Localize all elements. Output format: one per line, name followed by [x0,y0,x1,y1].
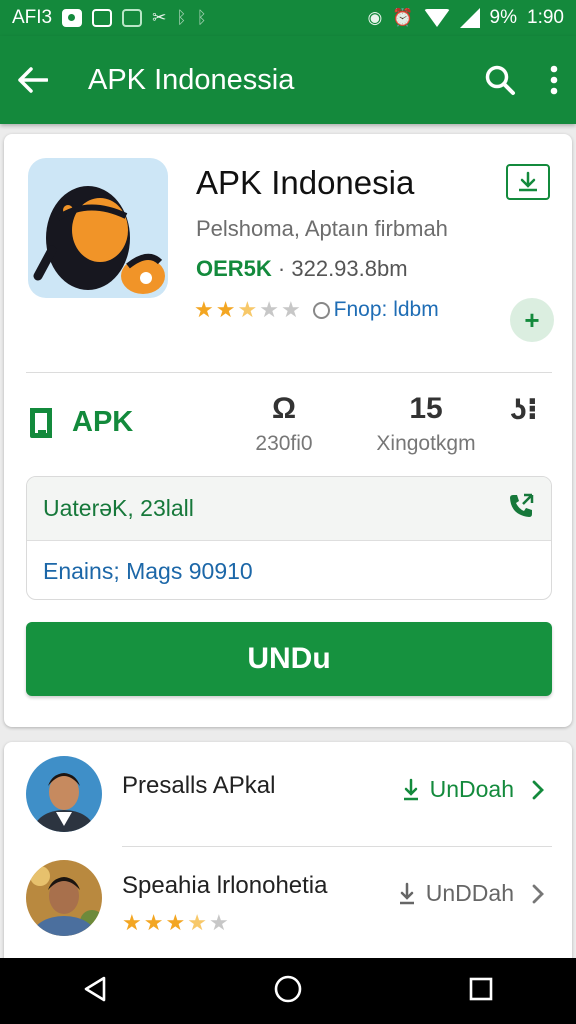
bluetooth-icon-2: ᛒ [196,8,207,27]
sync-icon: ◉ [367,8,383,27]
stat-downloads-value: Ω [271,392,297,425]
version-size: · 322.93.8bm [277,256,408,281]
signal-icon [459,8,480,28]
download-icon [399,882,414,904]
chevron-right-icon [532,780,544,799]
star-half-icon: ★ [237,297,258,322]
stat-extra: ʖ⁝ [496,392,552,427]
star-icon: ★ [122,910,142,935]
list-item-download[interactable]: UnDoah [402,776,544,803]
app-bar: APK Indonessia [0,36,576,124]
divider [26,372,552,373]
star-half-icon: ★ [187,910,207,935]
app-developer: Pelshoma, Aptaın firbmah [196,216,448,241]
list-item[interactable]: Speahia lrlonohetia ★ ★ ★ ★ ★ UnDDah [4,846,572,950]
apk-badge: APK [30,406,133,439]
star-icon: ★ [143,910,164,935]
nav-home-icon[interactable] [273,974,303,1009]
list-item-title: Presalls APkal [122,772,276,799]
status-left: AFI3 ✂ ᛒ ᛒ [12,7,207,29]
stat-count-value: 15 [409,392,443,425]
app-icon[interactable] [28,158,168,298]
alarm-icon: ⏰ [392,8,414,27]
status-right: ◉ ⏰ 9% 1:90 [368,7,564,29]
rating-row: ★ ★ ★ ★ ★ Fnop: ldbm [194,298,439,322]
star-icon: ★ [259,297,279,322]
list-item[interactable]: Presalls APkal UnDoah [4,742,572,846]
avatar [26,860,102,936]
clock-text: 1:90 [527,7,564,28]
download-icon [403,778,418,800]
bluetooth-icon: ᛒ [176,8,187,27]
stat-extra-value: ʖ⁝ [509,393,539,426]
add-button[interactable]: + [510,298,554,342]
star-icon: ★ [215,297,236,322]
info-line-details[interactable]: Enains; Mags 90910 [27,541,551,599]
message-icon [122,9,143,27]
app-name: APK Indonesia [196,164,415,201]
app-version: OER5K · 322.93.8bm [196,256,408,282]
list-item-download-label: UnDoah [429,776,514,802]
version-code: OER5K [196,256,272,281]
related-apps-list: Presalls APkal UnDoah Speahia lrlonoheti… [4,742,572,972]
list-item-download[interactable]: UnDDah [398,880,544,907]
chevron-right-icon [532,884,544,903]
search-icon[interactable] [484,64,516,96]
back-arrow-icon[interactable] [18,67,48,93]
wifi-icon [423,9,450,27]
stats-row: APK Ω 230fi0 15 Xingotkgm ʖ⁝ [26,392,552,470]
stat-count: 15 Xingotkgm [356,392,496,456]
apk-badge-label: APK [72,406,134,438]
info-icon [312,301,330,319]
app-bar-title: APK Indonessia [88,63,295,96]
phone-call-icon[interactable] [507,492,535,526]
stat-downloads: Ω 230fi0 [234,392,334,456]
star-icon: ★ [165,910,186,935]
gallery-icon [92,9,113,27]
battery-text: 9% [489,7,518,28]
stat-downloads-label: 230fi0 [255,432,313,455]
download-icon-button[interactable] [506,164,550,200]
list-item-rating: ★ ★ ★ ★ ★ [122,912,229,934]
star-icon: ★ [194,297,214,322]
stat-count-label: Xingotkgm [376,432,476,455]
status-bar: AFI3 ✂ ᛒ ᛒ ◉ ⏰ 9% 1:90 [0,0,576,36]
nav-recents-icon[interactable] [468,976,494,1007]
info-box: UaterəK, 23lall Enains; Mags 90910 [26,476,552,600]
status-text: AFI3 [12,7,53,28]
apk-file-icon [30,407,52,438]
system-nav-bar [0,958,576,1024]
app-detail-card: APK Indonesia Pelshoma, Aptaın firbmah O… [4,134,572,727]
list-item-title: Speahia lrlonohetia [122,872,328,899]
tool-icon: ✂ [152,8,167,27]
overflow-menu-icon[interactable] [550,65,558,95]
notification-icon [62,9,83,27]
rating-info-link[interactable]: Fnop: ldbm [312,298,439,322]
nav-back-icon[interactable] [82,975,108,1008]
download-button[interactable]: UNDu [26,622,552,696]
info-details-text: Enains; Mags 90910 [43,557,253,584]
info-update-text: UaterəK, 23lall [43,495,194,521]
app-bar-actions [484,64,558,96]
info-line-update[interactable]: UaterəK, 23lall [27,477,551,541]
rating-info-text: Fnop: ldbm [333,298,439,321]
avatar [26,756,102,832]
star-icon: ★ [208,910,229,935]
star-icon: ★ [280,297,301,322]
list-item-download-label: UnDDah [425,880,514,906]
